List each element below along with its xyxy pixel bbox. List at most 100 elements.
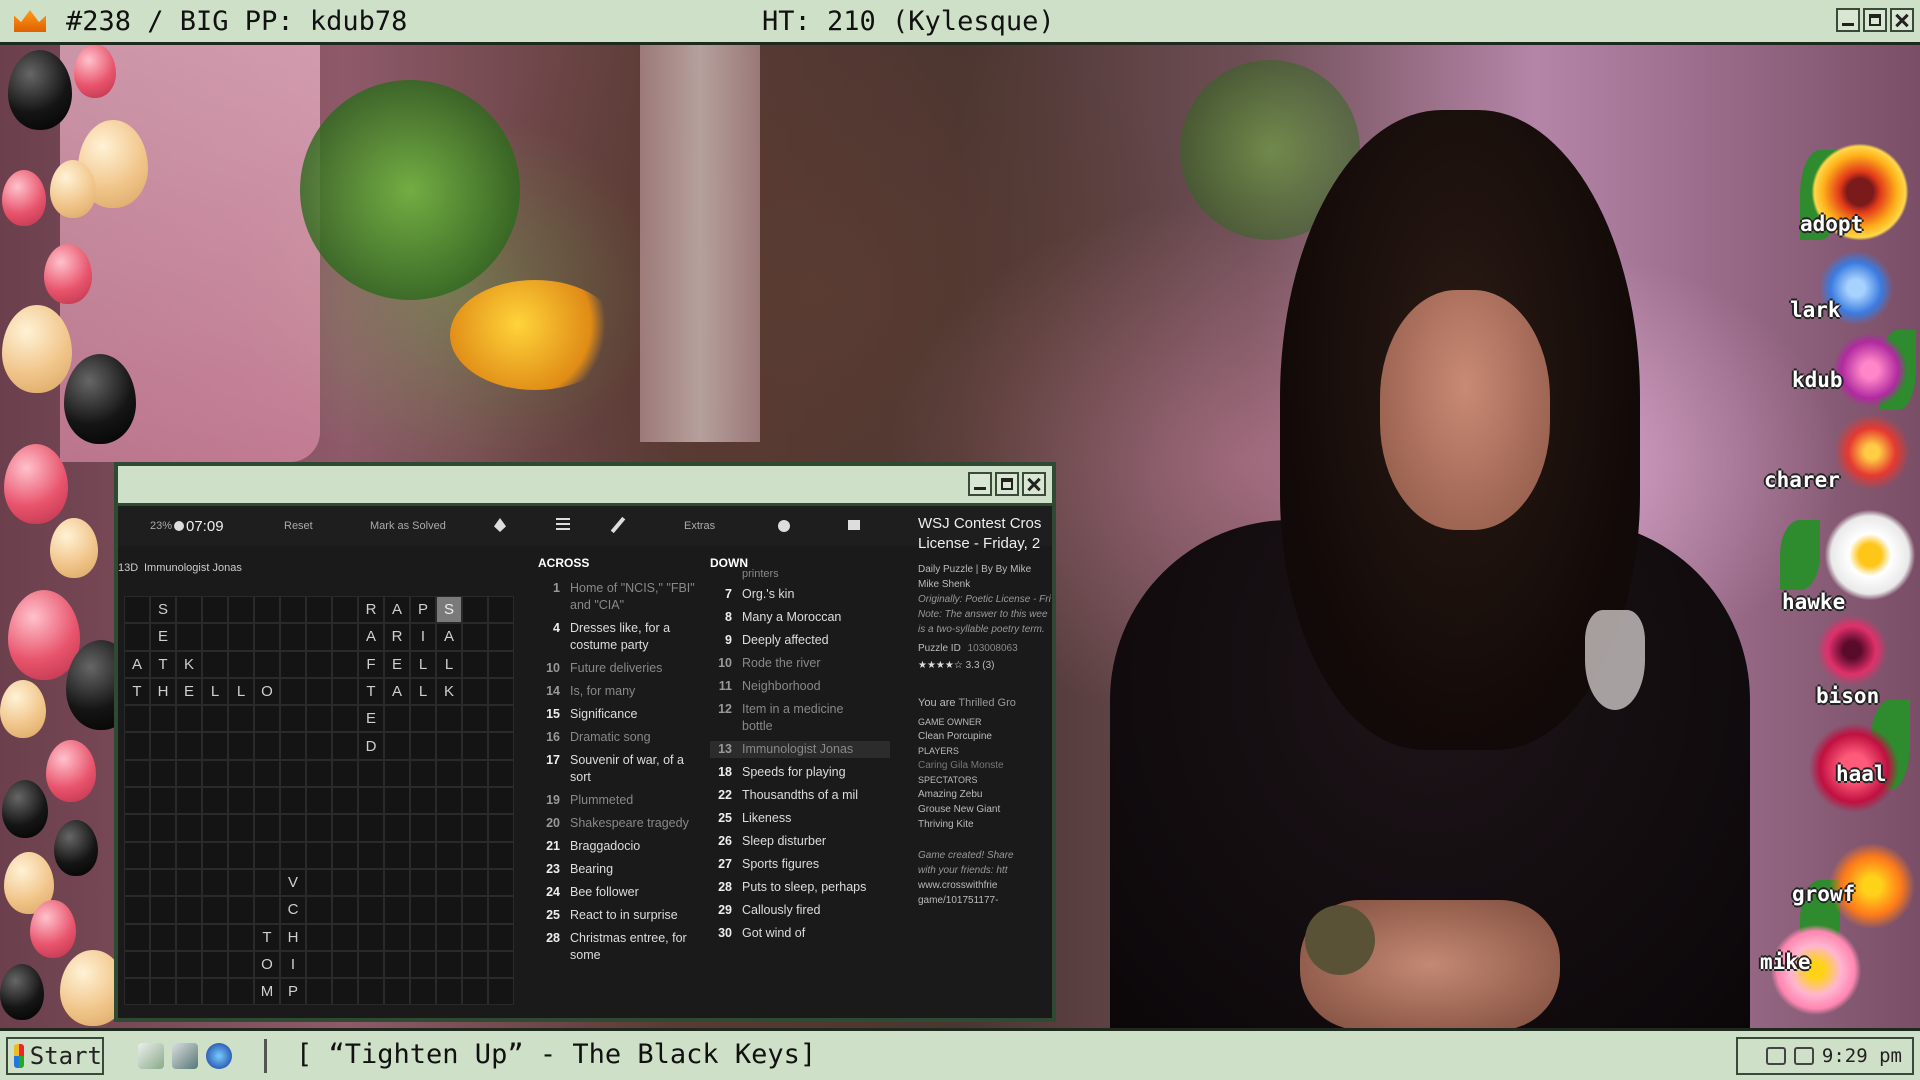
grid-cell[interactable]: [150, 841, 176, 869]
grid-cell[interactable]: [254, 787, 280, 815]
grid-cell[interactable]: [254, 896, 280, 924]
grid-cell[interactable]: F: [358, 650, 384, 678]
grid-cell[interactable]: [228, 650, 254, 678]
across-clue[interactable]: 16 Dramatic song: [538, 729, 698, 746]
grid-cell[interactable]: [332, 677, 358, 706]
grid-cell[interactable]: [462, 868, 488, 897]
grid-cell[interactable]: [384, 923, 410, 951]
grid-cell[interactable]: [176, 623, 202, 651]
across-clue[interactable]: 28 Christmas entree, for some: [538, 930, 698, 964]
grid-cell[interactable]: E: [358, 705, 384, 733]
down-clue[interactable]: 10 Rode the river: [710, 655, 890, 672]
across-clue[interactable]: 25 React to in surprise: [538, 907, 698, 924]
down-clue[interactable]: 22 Thousandths of a mil: [710, 787, 890, 804]
grid-cell[interactable]: [488, 814, 514, 842]
grid-cell[interactable]: [488, 705, 514, 733]
grid-cell[interactable]: [254, 650, 280, 678]
grid-cell[interactable]: [436, 814, 462, 842]
grid-cell[interactable]: [384, 868, 410, 897]
grid-cell[interactable]: [462, 650, 488, 678]
grid-cell[interactable]: [176, 896, 202, 924]
grid-cell[interactable]: [124, 950, 150, 979]
star-rating-icon[interactable]: ★★★★☆: [918, 660, 963, 671]
grid-cell[interactable]: [254, 841, 280, 869]
grid-cell[interactable]: [488, 787, 514, 815]
grid-cell[interactable]: [436, 705, 462, 733]
grid-cell[interactable]: [176, 732, 202, 760]
grid-cell[interactable]: [384, 950, 410, 979]
grid-cell[interactable]: [332, 759, 358, 788]
grid-cell[interactable]: [410, 759, 436, 788]
grid-cell[interactable]: [228, 896, 254, 924]
down-clue[interactable]: 27 Sports figures: [710, 856, 890, 873]
grid-cell[interactable]: [254, 705, 280, 733]
down-clue[interactable]: 25 Likeness: [710, 810, 890, 827]
list-icon[interactable]: [556, 518, 570, 532]
grid-cell[interactable]: O: [254, 677, 280, 706]
grid-cell[interactable]: [176, 841, 202, 869]
grid-cell[interactable]: [332, 596, 358, 624]
grid-cell[interactable]: [384, 759, 410, 788]
grid-cell[interactable]: [228, 868, 254, 897]
grid-cell[interactable]: [488, 623, 514, 651]
grid-cell[interactable]: [436, 759, 462, 788]
grid-cell[interactable]: A: [384, 677, 410, 706]
grid-cell[interactable]: [150, 896, 176, 924]
grid-cell[interactable]: K: [436, 677, 462, 706]
explorer-icon[interactable]: [172, 1043, 198, 1069]
grid-cell[interactable]: [124, 623, 150, 651]
info-icon[interactable]: [778, 520, 790, 532]
grid-cell[interactable]: [436, 787, 462, 815]
grid-cell[interactable]: [384, 787, 410, 815]
grid-cell[interactable]: D: [358, 732, 384, 760]
grid-cell[interactable]: [410, 923, 436, 951]
grid-cell[interactable]: [124, 841, 150, 869]
grid-cell[interactable]: [384, 896, 410, 924]
grid-cell[interactable]: [280, 814, 306, 842]
grid-cell[interactable]: L: [410, 650, 436, 678]
grid-cell[interactable]: [488, 596, 514, 624]
grid-cell[interactable]: [410, 787, 436, 815]
grid-cell[interactable]: [384, 705, 410, 733]
grid-cell[interactable]: [306, 868, 332, 897]
grid-cell[interactable]: [332, 705, 358, 733]
grid-cell[interactable]: S: [436, 596, 462, 624]
across-clue[interactable]: 19 Plummeted: [538, 792, 698, 809]
grid-cell[interactable]: [124, 978, 150, 1006]
grid-cell[interactable]: [462, 787, 488, 815]
grid-cell[interactable]: H: [150, 677, 176, 706]
grid-cell[interactable]: [410, 978, 436, 1006]
grid-cell[interactable]: L: [202, 677, 228, 706]
grid-cell[interactable]: A: [124, 650, 150, 678]
grid-cell[interactable]: A: [384, 596, 410, 624]
grid-cell[interactable]: [332, 896, 358, 924]
down-clue[interactable]: 28 Puts to sleep, perhaps: [710, 879, 890, 896]
grid-cell[interactable]: L: [436, 650, 462, 678]
maximize-icon[interactable]: [995, 472, 1019, 496]
grid-cell[interactable]: [202, 759, 228, 788]
grid-cell[interactable]: [384, 978, 410, 1006]
grid-cell[interactable]: A: [436, 623, 462, 651]
fill-bucket-icon[interactable]: [494, 518, 506, 532]
grid-cell[interactable]: [436, 923, 462, 951]
grid-cell[interactable]: [306, 759, 332, 788]
grid-cell[interactable]: E: [150, 623, 176, 651]
minimize-icon[interactable]: [1836, 8, 1860, 32]
grid-cell[interactable]: [462, 596, 488, 624]
grid-cell[interactable]: [280, 732, 306, 760]
grid-cell[interactable]: L: [228, 677, 254, 706]
grid-cell[interactable]: [332, 923, 358, 951]
grid-cell[interactable]: [358, 814, 384, 842]
grid-cell[interactable]: [436, 950, 462, 979]
down-clue[interactable]: 26 Sleep disturber: [710, 833, 890, 850]
across-clue[interactable]: 23 Bearing: [538, 861, 698, 878]
grid-cell[interactable]: [462, 923, 488, 951]
grid-cell[interactable]: [332, 978, 358, 1006]
grid-cell[interactable]: P: [280, 978, 306, 1006]
grid-cell[interactable]: [306, 623, 332, 651]
grid-cell[interactable]: H: [280, 923, 306, 951]
grid-cell[interactable]: [306, 705, 332, 733]
grid-cell[interactable]: [462, 814, 488, 842]
grid-cell[interactable]: [384, 732, 410, 760]
grid-cell[interactable]: [488, 868, 514, 897]
